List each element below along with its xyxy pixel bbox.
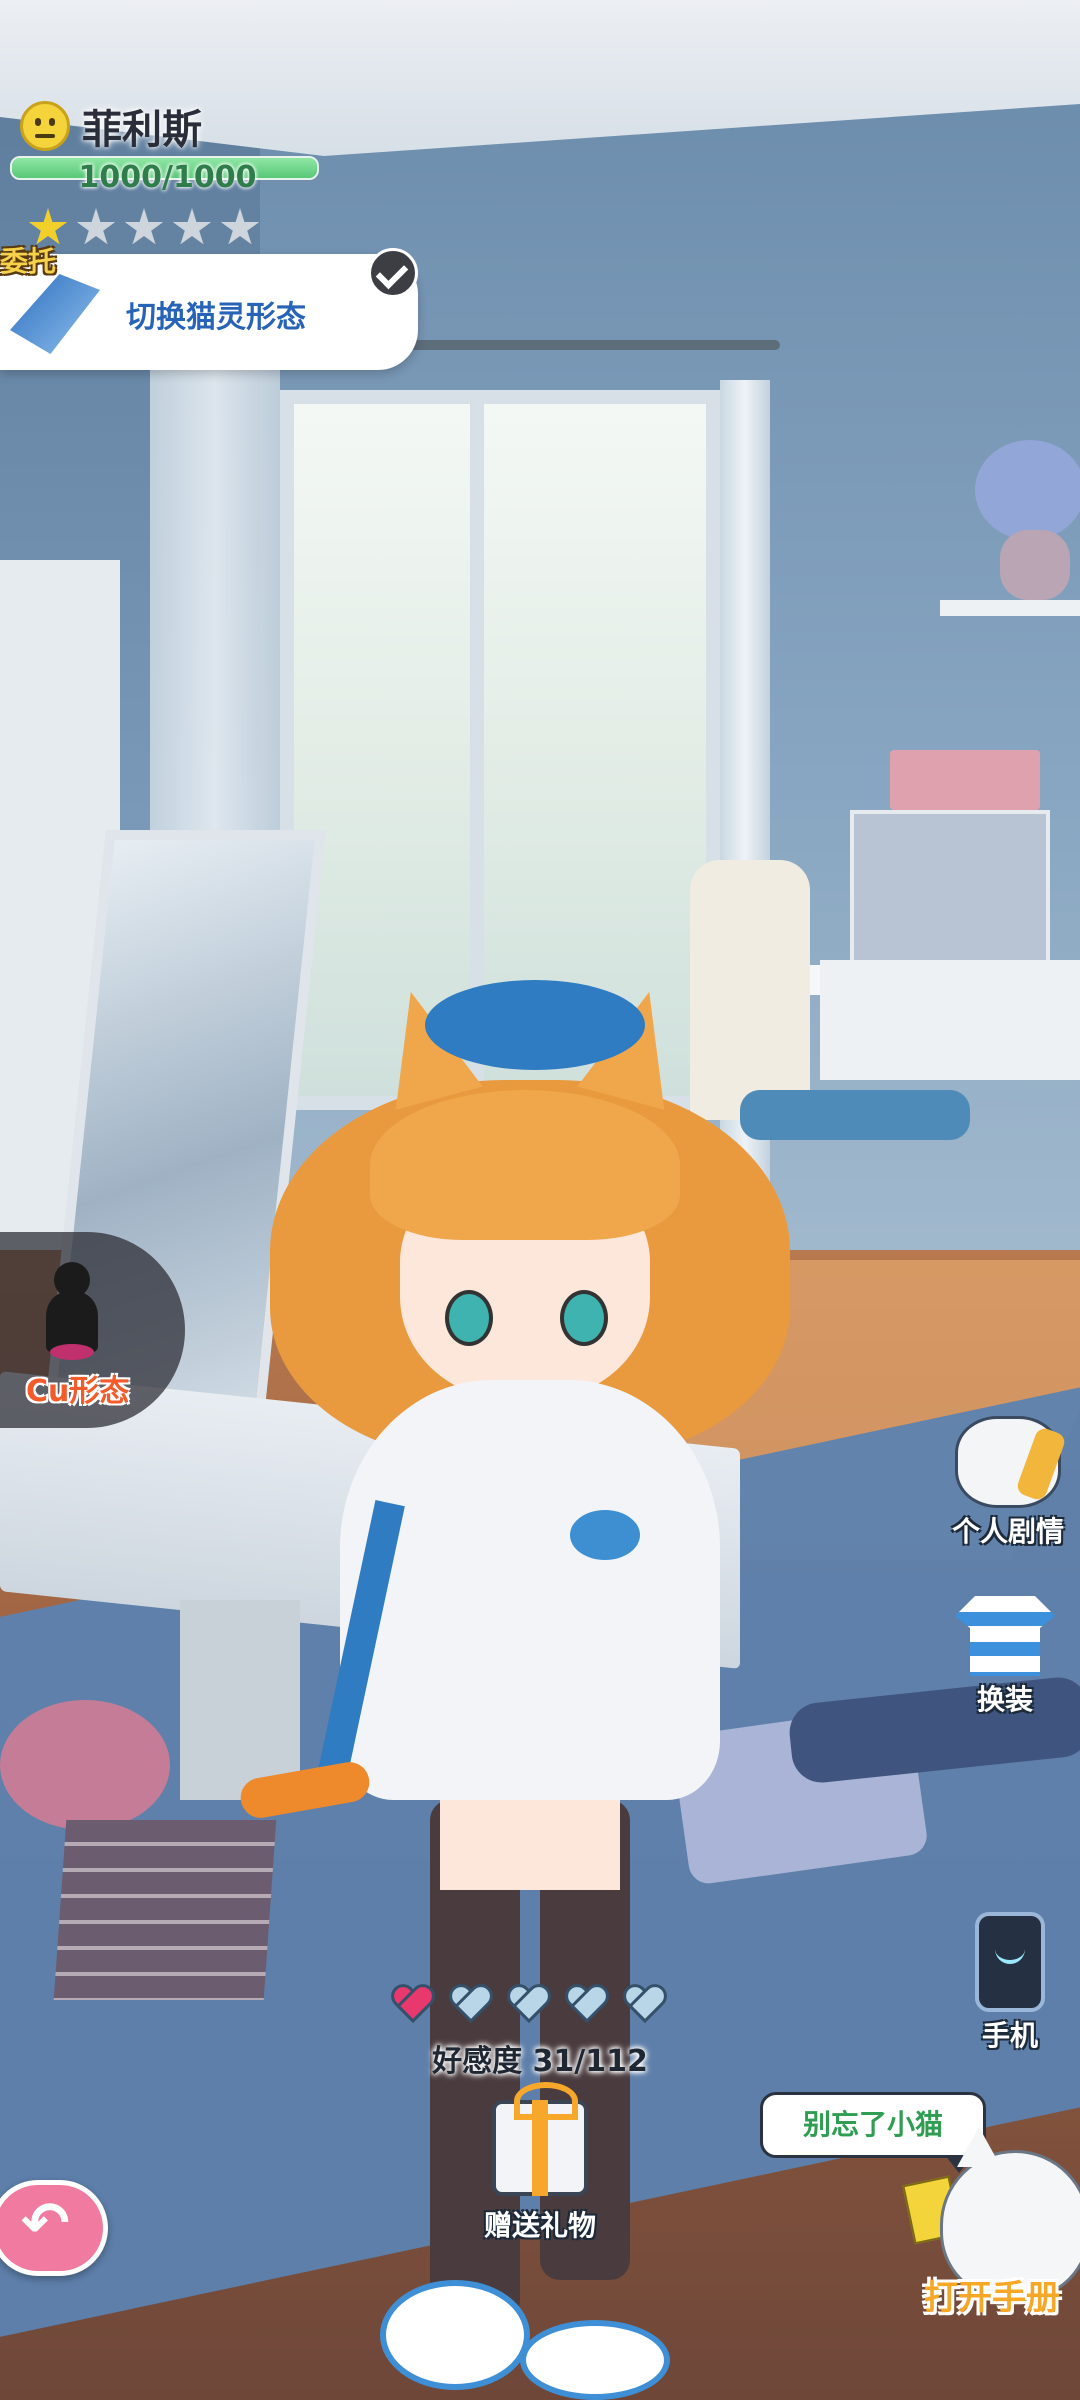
- character-header: 菲利斯: [20, 98, 202, 154]
- heart-empty-icon: [564, 1985, 610, 2027]
- star-empty-icon: [172, 208, 212, 245]
- star-rating: [28, 208, 260, 248]
- gift-icon: [492, 2082, 588, 2196]
- drawer-cabinet: [850, 810, 1050, 980]
- send-gift-button[interactable]: 赠送礼物: [460, 2082, 620, 2244]
- pink-box: [890, 750, 1040, 810]
- character-thigh: [440, 1800, 620, 1890]
- phone-icon: [975, 1912, 1045, 2012]
- affinity-text: 好感度 31/112: [432, 2044, 648, 2079]
- heart-empty-icon: [448, 1985, 494, 2027]
- star-empty-icon: [220, 208, 260, 245]
- phone-label: 手机: [981, 2019, 1038, 2052]
- slipper-left: [380, 2280, 530, 2390]
- slipper-right: [520, 2320, 670, 2400]
- silhouette-icon: [36, 1262, 106, 1362]
- form-label[interactable]: Cu形态: [26, 1366, 129, 1410]
- vase: [1000, 530, 1070, 600]
- curtain-rod: [390, 340, 780, 350]
- check-icon: [368, 248, 418, 298]
- commission-tag: 委托: [0, 245, 57, 278]
- shirt-icon: [955, 1596, 1055, 1676]
- character-hoodie: [340, 1380, 720, 1800]
- star-empty-icon: [124, 208, 164, 245]
- story-icon: [955, 1416, 1061, 1508]
- back-button[interactable]: [0, 2180, 108, 2276]
- character-name: 菲利斯: [82, 107, 202, 153]
- character-bangs: [370, 1090, 680, 1240]
- character-tail: [237, 1759, 373, 1821]
- commission-label[interactable]: 切换猫灵形态: [126, 292, 306, 336]
- send-gift-label: 赠送礼物: [483, 2209, 596, 2242]
- outfit-button[interactable]: 换装: [935, 1596, 1075, 1718]
- personal-story-button[interactable]: 个人剧情: [938, 1416, 1078, 1550]
- affinity-hearts: [390, 1985, 668, 2027]
- star-empty-icon: [76, 208, 116, 245]
- heart-filled-icon: [390, 1985, 436, 2027]
- phone-button[interactable]: 手机: [940, 1912, 1080, 2054]
- open-manual-button[interactable]: 打开手册: [924, 2270, 1060, 2319]
- outfit-label: 换装: [976, 1683, 1033, 1716]
- smiley-icon: [20, 101, 70, 151]
- heart-empty-icon: [506, 1985, 552, 2027]
- heart-empty-icon: [622, 1985, 668, 2027]
- desk: [820, 960, 1080, 1080]
- character-eye-right: [560, 1290, 608, 1346]
- book-stack: [53, 1820, 277, 2000]
- shark-emblem: [570, 1510, 640, 1560]
- hp-text: 1000/1000: [78, 160, 257, 195]
- wall-shelf: [940, 600, 1080, 616]
- pink-cushion: [0, 1700, 170, 1830]
- personal-story-label: 个人剧情: [951, 1515, 1064, 1548]
- flowers: [975, 440, 1080, 540]
- guide-speech-bubble: 别忘了小猫: [760, 2092, 986, 2173]
- character-eye-left: [445, 1290, 493, 1346]
- character-beret: [425, 980, 645, 1070]
